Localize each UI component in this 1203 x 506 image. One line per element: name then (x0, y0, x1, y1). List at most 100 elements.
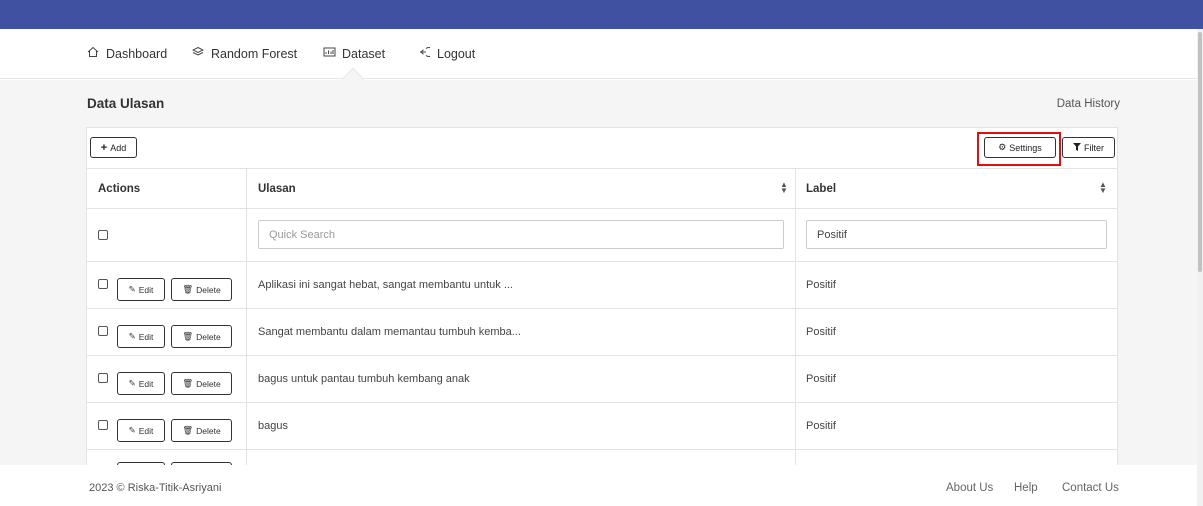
edit-button[interactable]: ✎ Edit (117, 372, 165, 395)
delete-button[interactable] (171, 462, 232, 465)
main-nav: Dashboard Random Forest Dataset Logout (0, 29, 1203, 79)
sort-icon[interactable]: ▲ ▼ (1099, 181, 1107, 195)
pencil-icon: ✎ (128, 284, 136, 294)
filter-icon (1073, 142, 1081, 153)
ulasan-cell: Aplikasi ini sangat hebat, sangat memban… (258, 279, 513, 291)
filter-button-label: Filter (1084, 142, 1104, 153)
add-button-label: Add (110, 142, 127, 153)
footer: 2023 © Riska-Titik-Asriyani About Us Hel… (0, 466, 1203, 506)
home-icon (86, 46, 100, 61)
table-row: ✎ Edit 🗑 Delete bagus Positif (87, 402, 1117, 449)
column-divider (795, 356, 796, 402)
label-cell: Positif (806, 373, 836, 385)
trash-icon: 🗑 (182, 284, 194, 294)
column-divider (795, 309, 796, 355)
gear-icon: ⚙ (998, 142, 1007, 152)
nav-dashboard-label: Dashboard (106, 46, 168, 61)
pencil-icon: ✎ (128, 378, 136, 388)
plus-icon: + (100, 141, 108, 154)
edit-label: Edit (138, 425, 154, 436)
nav-logout[interactable]: Logout (417, 46, 475, 61)
row-checkbox[interactable] (98, 373, 108, 383)
delete-label: Delete (196, 425, 221, 436)
dataset-icon (322, 46, 336, 61)
column-divider (246, 403, 247, 449)
delete-button[interactable]: 🗑 Delete (171, 278, 232, 301)
data-table-card: + Add ⚙ Settings Filter Actions Ulasan ▲… (86, 127, 1118, 465)
pencil-icon: ✎ (128, 425, 136, 435)
label-cell: Positif (806, 279, 836, 291)
footer-link-contact[interactable]: Contact Us (1062, 482, 1119, 494)
delete-label: Delete (196, 378, 221, 389)
row-checkbox[interactable] (98, 279, 108, 289)
select-all-cell (98, 209, 108, 261)
nav-dashboard[interactable]: Dashboard (86, 46, 167, 61)
row-checkbox[interactable] (98, 326, 108, 336)
edit-button[interactable] (117, 462, 165, 465)
footer-link-about[interactable]: About Us (946, 482, 993, 494)
nav-random-forest[interactable]: Random Forest (191, 46, 297, 61)
table-row: ✎ Edit 🗑 Delete bagus untuk pantau tumbuh … (87, 355, 1117, 402)
ulasan-cell: bagus (258, 420, 288, 432)
column-divider (246, 309, 247, 355)
layers-icon (191, 46, 205, 61)
table-row (87, 449, 1117, 465)
column-divider (795, 209, 796, 261)
data-history-link[interactable]: Data History (1057, 98, 1120, 110)
column-divider (246, 450, 247, 465)
content-area: Data Ulasan Data History + Add ⚙ Setting… (0, 80, 1197, 465)
nav-dataset-label: Dataset (342, 46, 386, 61)
delete-label: Delete (196, 331, 221, 342)
trash-icon: 🗑 (182, 425, 194, 435)
column-divider (795, 262, 796, 308)
edit-label: Edit (138, 331, 154, 342)
scrollbar-thumb[interactable] (1198, 32, 1202, 272)
settings-button-label: Settings (1009, 142, 1042, 153)
nav-logout-label: Logout (437, 46, 476, 61)
column-divider (795, 450, 796, 465)
copyright-text: 2023 © Riska-Titik-Asriyani (89, 482, 222, 494)
column-divider (246, 169, 247, 208)
edit-label: Edit (138, 378, 154, 389)
label-cell: Positif (806, 326, 836, 338)
settings-button[interactable]: ⚙ Settings (984, 137, 1056, 158)
sort-icon[interactable]: ▲ ▼ (780, 181, 788, 195)
column-divider (246, 262, 247, 308)
nav-random-forest-label: Random Forest (211, 46, 298, 61)
delete-label: Delete (196, 284, 221, 295)
ulasan-cell: bagus untuk pantau tumbuh kembang anak (258, 373, 470, 385)
delete-button[interactable]: 🗑 Delete (171, 325, 232, 348)
footer-link-help[interactable]: Help (1014, 482, 1038, 494)
table-row: ✎ Edit 🗑 Delete Aplikasi ini sangat hebat,… (87, 261, 1117, 308)
delete-button[interactable]: 🗑 Delete (171, 419, 232, 442)
top-bar (0, 0, 1203, 29)
edit-button[interactable]: ✎ Edit (117, 419, 165, 442)
column-divider (246, 356, 247, 402)
column-divider (246, 209, 247, 261)
column-divider (795, 169, 796, 208)
edit-label: Edit (138, 284, 154, 295)
table-search-row (87, 208, 1117, 261)
trash-icon: 🗑 (182, 331, 194, 341)
header-ulasan[interactable]: Ulasan (258, 169, 296, 208)
select-all-checkbox[interactable] (98, 230, 108, 240)
edit-button[interactable]: ✎ Edit (117, 325, 165, 348)
add-button[interactable]: + Add (90, 137, 137, 158)
logout-icon (417, 46, 434, 61)
filter-button[interactable]: Filter (1062, 137, 1115, 158)
page-title: Data Ulasan (87, 96, 165, 111)
table-header-row: Actions Ulasan ▲ ▼ Label ▲ ▼ (87, 168, 1117, 208)
label-filter-input[interactable] (806, 220, 1107, 249)
row-checkbox[interactable] (98, 420, 108, 430)
column-divider (795, 403, 796, 449)
trash-icon: 🗑 (182, 378, 194, 388)
edit-button[interactable]: ✎ Edit (117, 278, 165, 301)
header-actions: Actions (98, 182, 141, 195)
quick-search-input[interactable] (258, 220, 784, 249)
header-label[interactable]: Label (806, 169, 836, 208)
table-row: ✎ Edit 🗑 Delete Sangat membantu dalam mema… (87, 308, 1117, 355)
delete-button[interactable]: 🗑 Delete (171, 372, 232, 395)
ulasan-cell: Sangat membantu dalam memantau tumbuh ke… (258, 326, 521, 338)
nav-dataset[interactable]: Dataset (322, 46, 385, 61)
label-cell: Positif (806, 420, 836, 432)
